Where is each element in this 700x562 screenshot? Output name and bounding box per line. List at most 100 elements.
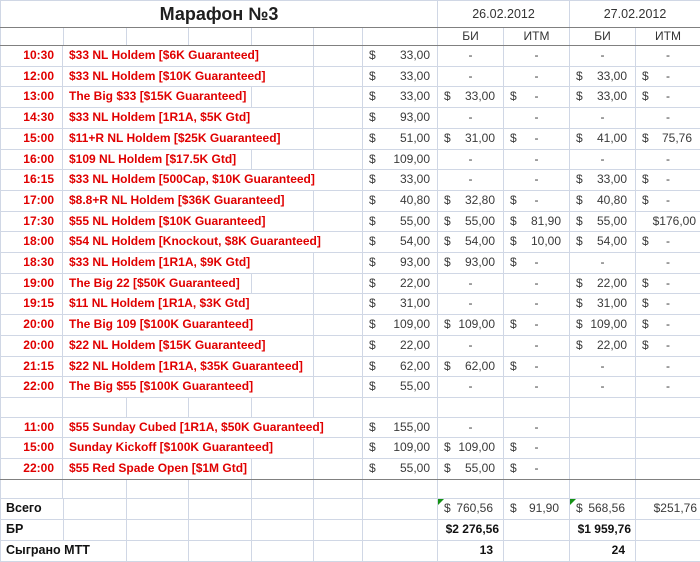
- marathon-table: Марафон №326.02.201227.02.2012БИИТМБИИТМ…: [0, 0, 700, 562]
- result-cell: -: [636, 356, 700, 377]
- result-cell: $93,00: [438, 253, 504, 274]
- time-cell: 15:00: [1, 438, 63, 459]
- gridline: [126, 520, 127, 540]
- summary-value-cell: 13: [438, 540, 504, 561]
- summary-value-cell: [636, 520, 700, 541]
- result-cell: [636, 397, 700, 417]
- gridline: [313, 129, 314, 149]
- result-cell: $-: [504, 253, 570, 274]
- currency-symbol: $: [642, 294, 649, 314]
- dash: -: [636, 377, 700, 397]
- currency-symbol: $: [369, 191, 376, 211]
- gridline: [313, 336, 314, 356]
- tournament-name: $8.8+R NL Holdem [$36K Guaranteed]: [63, 191, 289, 211]
- result-cell: $109,00: [438, 315, 504, 336]
- result-cell: $31,00: [570, 294, 636, 315]
- currency-symbol: $: [642, 67, 649, 87]
- currency-symbol: $: [510, 212, 517, 232]
- title-row: Марафон №326.02.201227.02.2012: [1, 1, 700, 28]
- gridline: [313, 274, 314, 294]
- currency-symbol: $: [510, 191, 517, 211]
- result-cell: $22,00: [570, 273, 636, 294]
- result-cell: [504, 479, 570, 499]
- tournament-row: 16:00$109 NL Holdem [$17.5K Gtd]$109,00-…: [1, 149, 700, 170]
- gridline: [313, 398, 314, 417]
- time-cell: 19:00: [1, 273, 63, 294]
- result-cell: [636, 459, 700, 480]
- buyin-cell: [363, 520, 438, 541]
- dash: -: [504, 377, 569, 397]
- result-cell: [570, 438, 636, 459]
- currency-symbol: $: [369, 87, 376, 107]
- header-left-cell: [1, 28, 363, 46]
- result-cell: -: [636, 377, 700, 398]
- empty-row: [1, 479, 700, 499]
- gridline: [251, 150, 252, 170]
- tournament-name: The Big 22 [$50K Guaranteed]: [63, 274, 244, 294]
- result-cell: $-: [636, 87, 700, 108]
- currency-symbol: $: [444, 357, 451, 377]
- amount: 13: [438, 541, 503, 561]
- tournament-name: $55 Sunday Cubed [1R1A, $50K Guaranteed]: [63, 418, 328, 438]
- gridline: [313, 438, 314, 458]
- result-cell: -: [570, 46, 636, 67]
- buyin-cell: $22,00: [363, 273, 438, 294]
- summary-value-cell: 24: [570, 540, 636, 561]
- currency-symbol: $: [369, 336, 376, 356]
- result-cell: -: [438, 273, 504, 294]
- buyin-cell: $109,00: [363, 149, 438, 170]
- currency-symbol: $: [642, 129, 649, 149]
- col-header: БИ: [570, 28, 636, 46]
- result-cell: $32,80: [438, 190, 504, 211]
- dash: -: [438, 418, 503, 438]
- currency-symbol: $: [369, 274, 376, 294]
- buyin-cell: $62,00: [363, 356, 438, 377]
- result-cell: $33,00: [570, 170, 636, 191]
- dash: -: [504, 108, 569, 128]
- gridline: [63, 28, 64, 45]
- currency-symbol: $: [369, 129, 376, 149]
- dash: -: [570, 377, 635, 397]
- currency-symbol: $: [576, 191, 583, 211]
- gridline: [313, 459, 314, 479]
- tournament-name: $33 NL Holdem [$6K Guaranteed]: [63, 46, 263, 66]
- tournament-name: $33 NL Holdem [500Cap, $10K Guaranteed]: [63, 170, 319, 190]
- tournament-name: The Big $33 [$15K Guaranteed]: [63, 87, 250, 107]
- name-cell: $54 NL Holdem [Knockout, $8K Guaranteed]: [63, 232, 363, 253]
- currency-symbol: $: [576, 67, 583, 87]
- result-cell: -: [438, 46, 504, 67]
- currency-symbol: $: [510, 87, 517, 107]
- result-cell: $-: [504, 128, 570, 149]
- currency-symbol: $: [369, 46, 376, 66]
- summary-value-cell: [636, 540, 700, 561]
- currency-symbol: $: [642, 232, 649, 252]
- result-cell: -: [438, 108, 504, 129]
- tournament-row: 13:00The Big $33 [$15K Guaranteed]$33,00…: [1, 87, 700, 108]
- result-cell: $-: [636, 294, 700, 315]
- dash: -: [504, 336, 569, 356]
- dash: -: [504, 274, 569, 294]
- time-cell: 18:00: [1, 232, 63, 253]
- buyin-cell: $31,00: [363, 294, 438, 315]
- gridline: [313, 253, 314, 273]
- buyin-cell: $55,00: [363, 377, 438, 398]
- name-cell: The Big 22 [$50K Guaranteed]: [63, 273, 363, 294]
- result-cell: -: [438, 294, 504, 315]
- result-cell: -: [504, 335, 570, 356]
- currency-symbol: $: [510, 459, 517, 479]
- result-cell: -: [504, 108, 570, 129]
- name-cell: [63, 479, 363, 499]
- result-cell: -: [570, 356, 636, 377]
- currency-symbol: $: [576, 294, 583, 314]
- currency-symbol: $: [369, 294, 376, 314]
- currency-symbol: $: [369, 232, 376, 252]
- buyin-cell: $93,00: [363, 108, 438, 129]
- tournament-row: 17:00$8.8+R NL Holdem [$36K Guaranteed]$…: [1, 190, 700, 211]
- tournament-row: 22:00$55 Red Spade Open [$1M Gtd]$55,00$…: [1, 459, 700, 480]
- buyin-cell: $33,00: [363, 46, 438, 67]
- buyin-cell: $22,00: [363, 335, 438, 356]
- gridline: [313, 191, 314, 211]
- result-cell: -: [438, 149, 504, 170]
- result-cell: $75,76: [636, 128, 700, 149]
- dash: -: [636, 108, 700, 128]
